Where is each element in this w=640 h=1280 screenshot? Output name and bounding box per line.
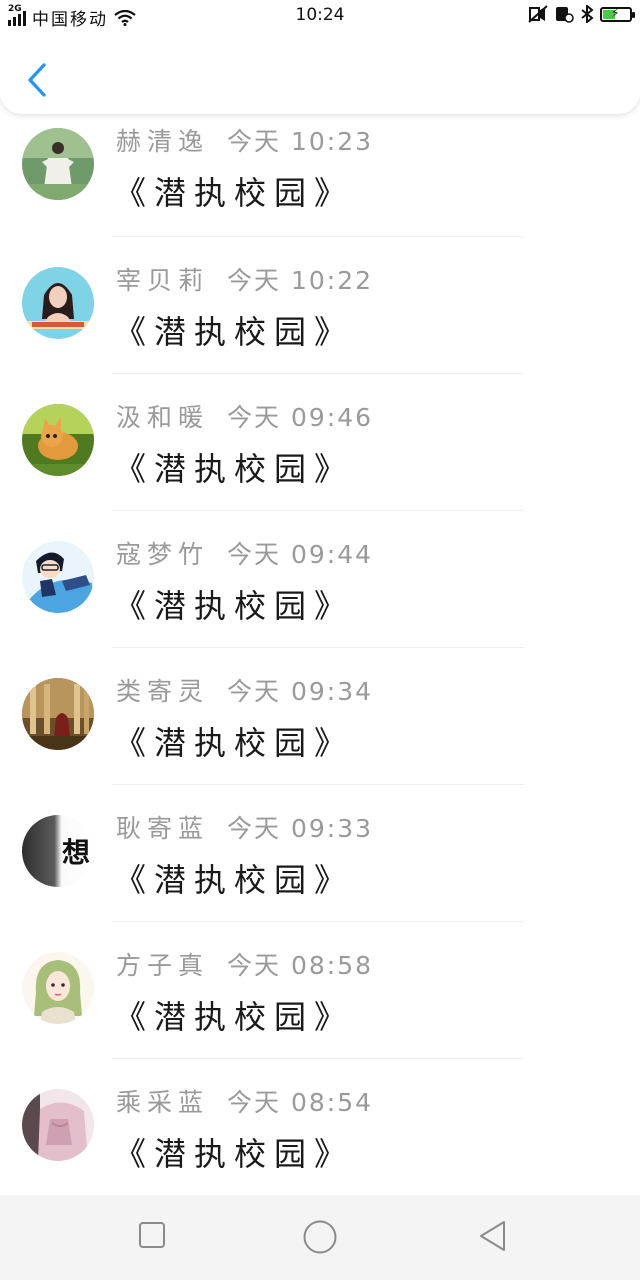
sender-name: 耿寄蓝 bbox=[116, 814, 210, 843]
message-content: 《潜执校园》 bbox=[114, 313, 355, 351]
sender-line: 赫清逸 今天 10:23 bbox=[116, 122, 373, 158]
sender-line: 汲和暖 今天 09:46 bbox=[116, 398, 373, 434]
message-time: 今天 09:33 bbox=[227, 814, 374, 843]
battery-icon: ⚡ bbox=[600, 6, 635, 22]
home-icon bbox=[303, 1220, 337, 1254]
back-button[interactable] bbox=[22, 60, 52, 100]
sender-line: 宰贝莉 今天 10:22 bbox=[116, 261, 373, 297]
back-triangle-icon bbox=[480, 1221, 505, 1251]
message-content: 《潜执校园》 bbox=[114, 174, 355, 212]
message-row[interactable]: 寇梦竹 今天 09:44 《潜执校园》 bbox=[0, 511, 640, 648]
sender-line: 寇梦竹 今天 09:44 bbox=[116, 535, 373, 571]
sender-name: 寇梦竹 bbox=[116, 540, 210, 569]
message-content: 《潜执校园》 bbox=[114, 1135, 355, 1173]
sender-line: 耿寄蓝 今天 09:33 bbox=[116, 809, 373, 845]
sender-line: 方子真 今天 08:58 bbox=[116, 946, 373, 982]
bluetooth-icon bbox=[581, 5, 594, 23]
screen: 2G 中国移动 10:24 ⚡ 赫清逸 今天 10:23 《潜执校园》 宰贝莉 … bbox=[0, 0, 640, 1280]
sender-name: 乘采蓝 bbox=[116, 1088, 210, 1117]
sender-name: 类寄灵 bbox=[116, 677, 210, 706]
message-content: 《潜执校园》 bbox=[114, 724, 355, 762]
message-row[interactable]: 乘采蓝 今天 08:54 《潜执校园》 bbox=[0, 1059, 640, 1196]
sender-line: 乘采蓝 今天 08:54 bbox=[116, 1083, 373, 1119]
message-row[interactable]: 方子真 今天 08:58 《潜执校园》 bbox=[0, 922, 640, 1059]
message-time: 今天 10:23 bbox=[227, 127, 374, 156]
avatar-girl-in-forest[interactable] bbox=[22, 128, 94, 200]
avatar-girl-portrait[interactable] bbox=[22, 267, 94, 339]
message-time: 今天 09:34 bbox=[227, 677, 374, 706]
recent-apps-icon bbox=[139, 1222, 165, 1248]
back-nav-button[interactable] bbox=[478, 1219, 508, 1257]
recent-apps-button[interactable] bbox=[138, 1221, 166, 1253]
chevron-left-icon bbox=[28, 63, 46, 97]
avatar-text: 想 bbox=[61, 836, 90, 869]
sender-line: 类寄灵 今天 09:34 bbox=[116, 672, 373, 708]
message-row[interactable]: 想耿寄蓝 今天 09:33 《潜执校园》 bbox=[0, 785, 640, 922]
sender-name: 赫清逸 bbox=[116, 127, 210, 156]
avatar-sepia-photo[interactable] bbox=[22, 678, 94, 750]
message-row[interactable]: 赫清逸 今天 10:23 《潜执校园》 bbox=[0, 100, 640, 237]
avatar-drawn-girl[interactable] bbox=[22, 952, 94, 1024]
message-time: 今天 10:22 bbox=[227, 266, 374, 295]
avatar-pink-doll[interactable] bbox=[22, 1089, 94, 1161]
mute-icon bbox=[528, 5, 548, 23]
sender-name: 方子真 bbox=[116, 951, 210, 980]
message-content: 《潜执校园》 bbox=[114, 861, 355, 899]
sender-name: 汲和暖 bbox=[116, 403, 210, 432]
message-content: 《潜执校园》 bbox=[114, 450, 355, 488]
avatar-kitten[interactable] bbox=[22, 404, 94, 476]
message-row[interactable]: 类寄灵 今天 09:34 《潜执校园》 bbox=[0, 648, 640, 785]
status-bar: 2G 中国移动 10:24 ⚡ bbox=[0, 0, 640, 32]
message-row[interactable]: 宰贝莉 今天 10:22 《潜执校园》 bbox=[0, 237, 640, 374]
sender-name: 宰贝莉 bbox=[116, 266, 210, 295]
message-content: 《潜执校园》 bbox=[114, 998, 355, 1036]
avatar-text-想[interactable]: 想 bbox=[22, 815, 94, 887]
message-time: 今天 08:58 bbox=[227, 951, 374, 980]
message-time: 今天 08:54 bbox=[227, 1088, 374, 1117]
message-content: 《潜执校园》 bbox=[114, 587, 355, 625]
home-button[interactable] bbox=[302, 1219, 338, 1259]
message-time: 今天 09:44 bbox=[227, 540, 374, 569]
message-time: 今天 09:46 bbox=[227, 403, 374, 432]
avatar-anime-boy[interactable] bbox=[22, 541, 94, 613]
navigation-bar bbox=[0, 1195, 640, 1280]
sim-icon bbox=[556, 7, 574, 23]
message-row[interactable]: 汲和暖 今天 09:46 《潜执校园》 bbox=[0, 374, 640, 511]
